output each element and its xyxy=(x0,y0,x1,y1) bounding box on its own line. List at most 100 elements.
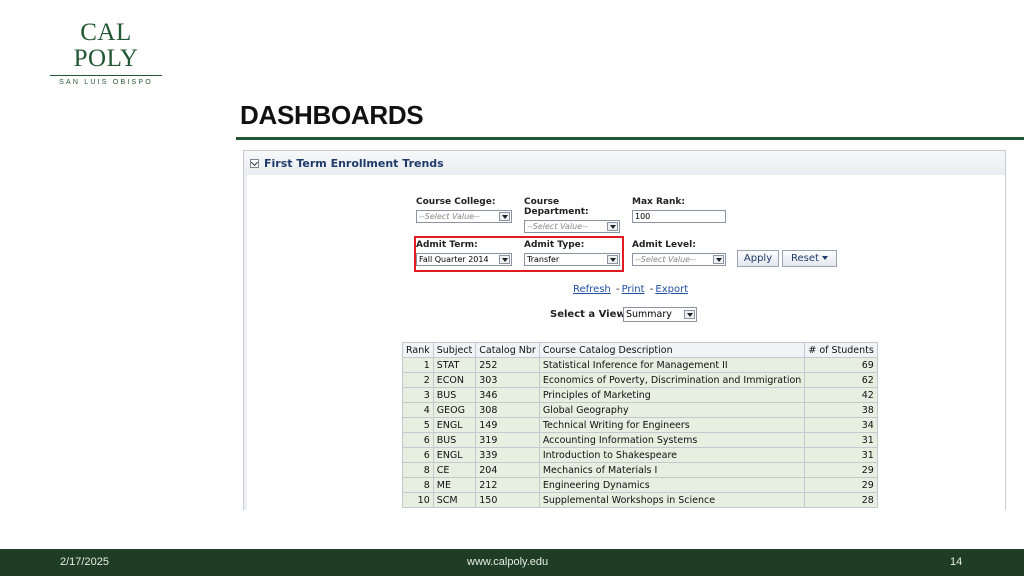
cell-rank: 8 xyxy=(402,462,434,478)
cell-description: Statistical Inference for Management II xyxy=(538,357,806,373)
column-header[interactable]: Subject xyxy=(432,342,477,358)
dropdown-arrow-icon[interactable] xyxy=(684,310,695,319)
cell-subject: GEOG xyxy=(432,402,477,418)
cell-catalog: 308 xyxy=(475,402,540,418)
cell-rank: 6 xyxy=(402,432,434,448)
prompt-max-rank: Max Rank: 100 xyxy=(632,197,726,223)
table-row: 1 STAT 252 Statistical Inference for Man… xyxy=(402,357,878,373)
course-department-label: Course Department: xyxy=(524,197,589,217)
view-select[interactable]: Summary xyxy=(623,307,697,322)
table-row: 6 ENGL 339 Introduction to Shakespeare 3… xyxy=(402,447,878,463)
max-rank-label: Max Rank: xyxy=(632,197,685,207)
table-row: 2 ECON 303 Economics of Poverty, Discrim… xyxy=(402,372,878,388)
cell-students: 38 xyxy=(804,402,878,418)
cell-rank: 2 xyxy=(402,372,434,388)
dropdown-arrow-icon[interactable] xyxy=(499,212,510,221)
cell-subject: STAT xyxy=(432,357,477,373)
cell-description: Introduction to Shakespeare xyxy=(538,447,806,463)
panel-title: First Term Enrollment Trends xyxy=(264,156,444,170)
cell-rank: 4 xyxy=(402,402,434,418)
table-row: 6 BUS 319 Accounting Information Systems… xyxy=(402,432,878,448)
logo-subtitle: SAN LUIS OBISPO xyxy=(59,79,153,86)
prompt-admit-level: Admit Level: --Select Value-- xyxy=(632,240,726,266)
cell-catalog: 150 xyxy=(475,492,540,508)
link-separator: - xyxy=(649,284,654,295)
cell-students: 29 xyxy=(804,462,878,478)
column-header[interactable]: Catalog Nbr xyxy=(475,342,540,358)
cell-students: 69 xyxy=(804,357,878,373)
cell-catalog: 319 xyxy=(475,432,540,448)
cell-subject: SCM xyxy=(432,492,477,508)
print-link[interactable]: Print xyxy=(622,284,645,295)
course-college-label: Course College: xyxy=(416,197,496,207)
cell-rank: 1 xyxy=(402,357,434,373)
collapse-icon[interactable] xyxy=(250,158,259,168)
max-rank-input[interactable]: 100 xyxy=(632,210,726,223)
apply-button[interactable]: Apply xyxy=(737,250,779,267)
export-link[interactable]: Export xyxy=(655,284,688,295)
course-department-select[interactable]: --Select Value-- xyxy=(524,220,620,233)
chevron-down-icon xyxy=(821,256,828,260)
table-row: 8 ME 212 Engineering Dynamics 29 xyxy=(402,477,878,493)
footer-url: www.calpoly.edu xyxy=(467,556,549,568)
cell-subject: ECON xyxy=(432,372,477,388)
prompt-course-college: Course College: --Select Value-- xyxy=(416,197,512,223)
enrollment-table: Rank Subject Catalog Nbr Course Catalog … xyxy=(402,342,878,508)
cell-description: Accounting Information Systems xyxy=(538,432,806,448)
cell-catalog: 149 xyxy=(475,417,540,433)
cell-catalog: 212 xyxy=(475,477,540,493)
table-row: 4 GEOG 308 Global Geography 38 xyxy=(402,402,878,418)
cell-rank: 8 xyxy=(402,477,434,493)
column-header[interactable]: Rank xyxy=(402,342,434,358)
logo-rule xyxy=(50,75,162,76)
view-value: Summary xyxy=(626,309,672,320)
table-row: 10 SCM 150 Supplemental Workshops in Sci… xyxy=(402,492,878,508)
cell-description: Engineering Dynamics xyxy=(538,477,806,493)
reset-button[interactable]: Reset xyxy=(782,250,837,267)
cell-rank: 5 xyxy=(402,417,434,433)
cell-catalog: 303 xyxy=(475,372,540,388)
table-row: 3 BUS 346 Principles of Marketing 42 xyxy=(402,387,878,403)
admit-level-label: Admit Level: xyxy=(632,240,696,250)
title-divider xyxy=(236,137,1024,140)
refresh-link[interactable]: Refresh xyxy=(573,284,611,295)
page-number: 14 xyxy=(950,556,963,568)
cell-description: Global Geography xyxy=(538,402,806,418)
column-header[interactable]: Course Catalog Description xyxy=(538,342,806,358)
cell-students: 28 xyxy=(804,492,878,508)
cell-subject: BUS xyxy=(432,432,477,448)
cell-subject: ENGL xyxy=(432,447,477,463)
cell-description: Principles of Marketing xyxy=(538,387,806,403)
cell-catalog: 252 xyxy=(475,357,540,373)
cell-description: Economics of Poverty, Discrimination and… xyxy=(538,372,806,388)
footer-date: 2/17/2025 xyxy=(60,556,109,568)
cal-poly-logo: CAL POLY SAN LUIS OBISPO xyxy=(50,20,162,87)
cell-students: 62 xyxy=(804,372,878,388)
dropdown-arrow-icon[interactable] xyxy=(607,222,618,231)
cell-catalog: 346 xyxy=(475,387,540,403)
logo-wordmark: CAL POLY xyxy=(73,19,139,72)
panel-header: First Term Enrollment Trends xyxy=(244,151,1005,175)
cell-rank: 3 xyxy=(402,387,434,403)
cell-description: Mechanics of Materials I xyxy=(538,462,806,478)
cell-rank: 10 xyxy=(402,492,434,508)
table-row: 5 ENGL 149 Technical Writing for Enginee… xyxy=(402,417,878,433)
cell-rank: 6 xyxy=(402,447,434,463)
reset-label: Reset xyxy=(791,253,819,264)
cell-catalog: 204 xyxy=(475,462,540,478)
admit-level-value: --Select Value-- xyxy=(635,255,696,264)
dropdown-arrow-icon[interactable] xyxy=(713,255,724,264)
cell-subject: ME xyxy=(432,477,477,493)
course-college-value: --Select Value-- xyxy=(419,212,480,221)
cell-students: 42 xyxy=(804,387,878,403)
course-department-value: --Select Value-- xyxy=(527,222,588,231)
cell-description: Supplemental Workshops in Science xyxy=(538,492,806,508)
cell-subject: BUS xyxy=(432,387,477,403)
cell-subject: CE xyxy=(432,462,477,478)
admit-level-select[interactable]: --Select Value-- xyxy=(632,253,726,266)
column-header[interactable]: # of Students xyxy=(804,342,878,358)
panel-gutter xyxy=(244,175,247,510)
course-college-select[interactable]: --Select Value-- xyxy=(416,210,512,223)
table-row: 8 CE 204 Mechanics of Materials I 29 xyxy=(402,462,878,478)
cell-students: 31 xyxy=(804,447,878,463)
